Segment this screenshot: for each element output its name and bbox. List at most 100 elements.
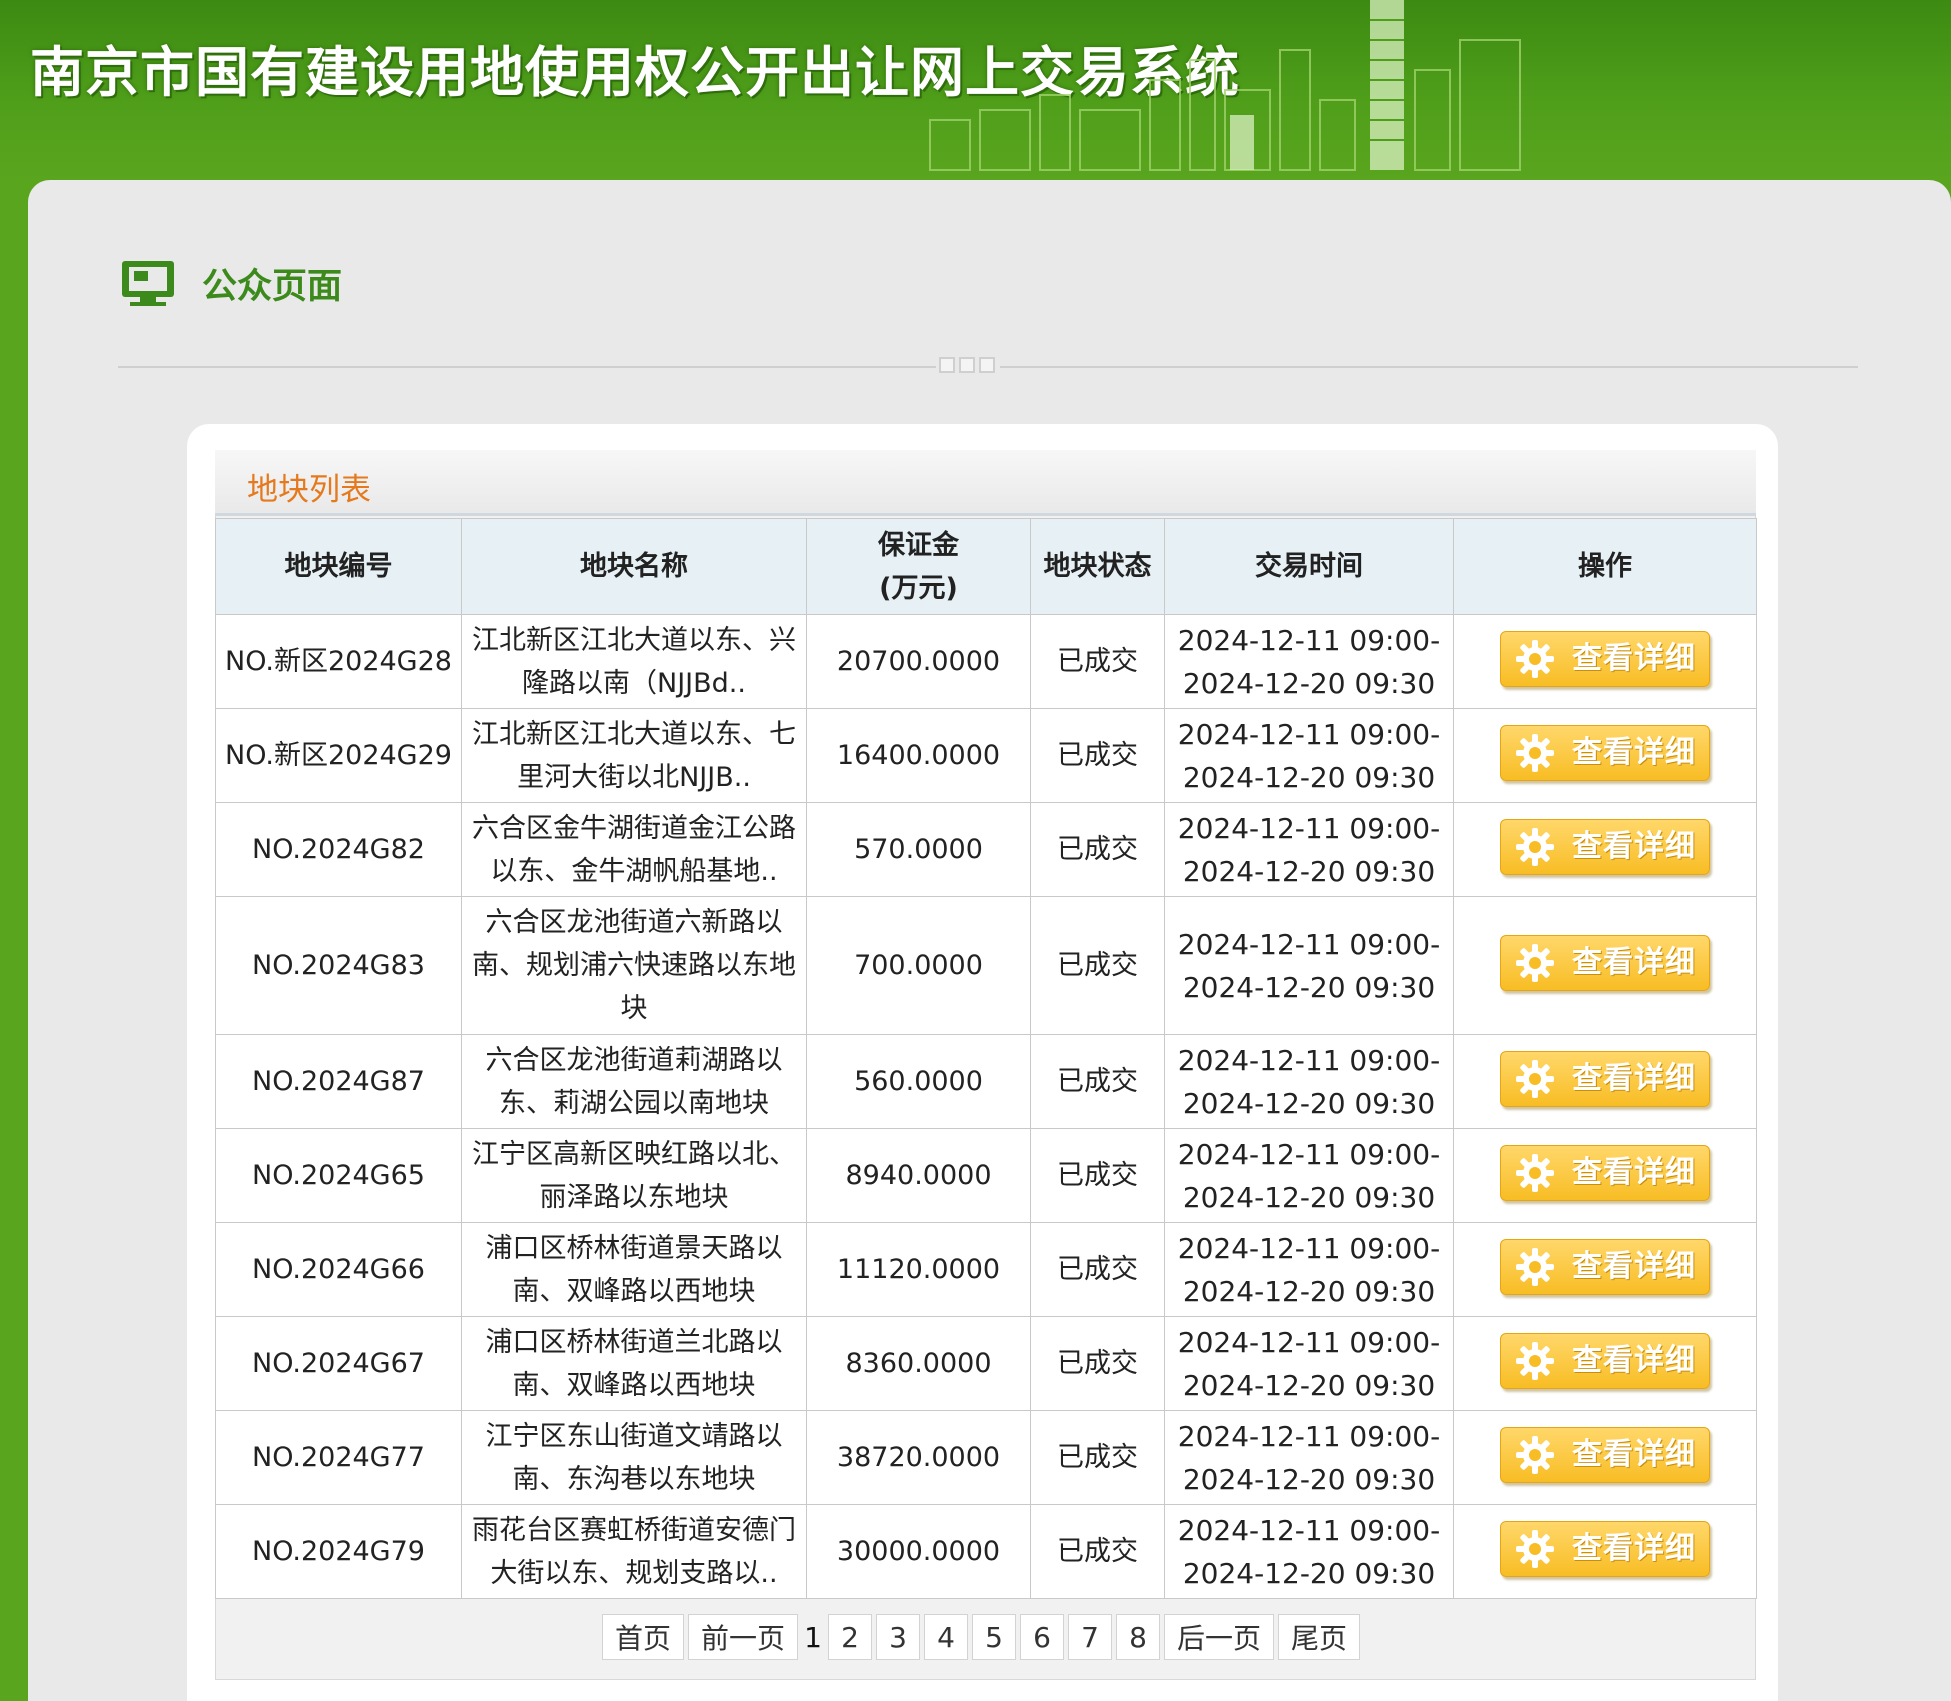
page-number-button[interactable]: 7 [1068,1614,1113,1660]
land-name-line: 浦口区桥林街道景天路以 [485,1232,783,1264]
cell-deposit: 8940.0000 [806,1128,1031,1223]
cell-status: 已成交 [1030,1034,1165,1129]
city-skyline-graphic [929,0,1521,171]
page-number-button[interactable]: 8 [1116,1614,1161,1660]
land-name-line: 雨花台区赛虹桥街道安德门 [472,1514,796,1546]
cell-deposit: 38720.0000 [806,1410,1031,1505]
trade-time-start: 2024-12-11 09:00- [1177,1043,1441,1077]
cell-land-id: NO.2024G66 [215,1222,462,1317]
view-detail-button[interactable]: 查看详细 [1500,1144,1710,1201]
cell-status: 已成交 [1030,614,1165,709]
view-detail-button[interactable]: 查看详细 [1500,1426,1710,1483]
list-heading: 地块列表 [215,450,1756,516]
trade-time-end: 2024-12-20 09:30 [1182,1086,1436,1120]
page-number-button[interactable]: 5 [972,1614,1017,1660]
gear-icon [1516,1247,1554,1286]
trade-time-start: 2024-12-11 09:00- [1177,1325,1441,1359]
cell-status: 已成交 [1030,802,1165,897]
cell-land-name: 六合区金牛湖街道金江公路 以东、金牛湖帆船基地.. [461,802,807,897]
list-title: 地块列表 [247,472,371,508]
gear-icon [1516,639,1554,678]
gear-icon [1516,943,1554,982]
view-detail-button[interactable]: 查看详细 [1500,724,1710,781]
view-detail-label: 查看详细 [1572,1061,1696,1096]
cell-deposit: 11120.0000 [806,1222,1031,1317]
land-table: 地块编号 地块名称 保证金 (万元) 地块状态 交易时间 操作 NO.新区202… [215,518,1757,1599]
view-detail-button[interactable]: 查看详细 [1500,1332,1710,1389]
table-row: NO.2024G77 江宁区东山街道文靖路以 南、东沟巷以东地块 38720.0… [215,1410,1757,1505]
cell-land-id: NO.2024G77 [215,1410,462,1505]
table-row: NO.2024G82 六合区金牛湖街道金江公路 以东、金牛湖帆船基地.. 570… [215,802,1757,897]
cell-action: 查看详细 [1453,708,1757,803]
col-header-time: 交易时间 [1164,518,1454,615]
section-header: 公众页面 [120,258,342,308]
gear-icon [1516,1059,1554,1098]
cell-action: 查看详细 [1453,1034,1757,1129]
page-number-button[interactable]: 4 [924,1614,969,1660]
cell-deposit: 560.0000 [806,1034,1031,1129]
cell-trade-time: 2024-12-11 09:00- 2024-12-20 09:30 [1164,1410,1454,1505]
view-detail-label: 查看详细 [1572,1437,1696,1472]
cell-trade-time: 2024-12-11 09:00- 2024-12-20 09:30 [1164,614,1454,709]
view-detail-button[interactable]: 查看详细 [1500,630,1710,687]
gear-icon [1516,827,1554,866]
view-detail-button[interactable]: 查看详细 [1500,1050,1710,1107]
cell-deposit: 8360.0000 [806,1316,1031,1411]
page-number-button[interactable]: 2 [828,1614,873,1660]
cell-trade-time: 2024-12-11 09:00- 2024-12-20 09:30 [1164,896,1454,1035]
cell-land-id: NO.2024G83 [215,896,462,1035]
land-name-line: 东、莉湖公园以南地块 [499,1087,769,1119]
view-detail-label: 查看详细 [1572,1249,1696,1284]
cell-action: 查看详细 [1453,1128,1757,1223]
cell-status: 已成交 [1030,1504,1165,1599]
section-title: 公众页面 [202,266,343,307]
view-detail-button[interactable]: 查看详细 [1500,934,1710,991]
view-detail-button[interactable]: 查看详细 [1500,818,1710,875]
cell-action: 查看详细 [1453,1222,1757,1317]
land-name-line: 南、规划浦六快速路以东地 [472,950,796,981]
gear-icon [1516,1435,1554,1474]
page-next-button[interactable]: 后一页 [1164,1614,1275,1660]
trade-time-start: 2024-12-11 09:00- [1177,1137,1441,1171]
page-number-button[interactable]: 3 [876,1614,921,1660]
trade-time-end: 2024-12-20 09:30 [1182,854,1436,888]
cell-action: 查看详细 [1453,896,1757,1035]
view-detail-button[interactable]: 查看详细 [1500,1520,1710,1577]
table-row: NO.新区2024G28 江北新区江北大道以东、兴 隆路以南（NJJBd.. 2… [215,614,1757,709]
view-detail-label: 查看详细 [1572,641,1696,676]
cell-land-name: 浦口区桥林街道景天路以 南、双峰路以西地块 [461,1222,807,1317]
page-last-button[interactable]: 尾页 [1278,1614,1361,1660]
cell-status: 已成交 [1030,1316,1165,1411]
land-name-line: 江宁区高新区映红路以北、 [472,1138,796,1170]
monitor-icon [122,261,174,306]
view-detail-label: 查看详细 [1572,1155,1696,1190]
cell-status: 已成交 [1030,708,1165,803]
page-first-button[interactable]: 首页 [602,1614,685,1660]
cell-action: 查看详细 [1453,802,1757,897]
cell-action: 查看详细 [1453,1316,1757,1411]
trade-time-end: 2024-12-20 09:30 [1182,970,1436,1004]
page-prev-button[interactable]: 前一页 [688,1614,799,1660]
trade-time-end: 2024-12-20 09:30 [1182,666,1436,700]
table-header-row: 地块编号 地块名称 保证金 (万元) 地块状态 交易时间 操作 [215,518,1757,615]
page-number-button[interactable]: 6 [1020,1614,1065,1660]
table-row: NO.2024G87 六合区龙池街道莉湖路以 东、莉湖公园以南地块 560.00… [215,1034,1757,1129]
trade-time-end: 2024-12-20 09:30 [1182,1368,1436,1402]
trade-time-start: 2024-12-11 09:00- [1177,1231,1441,1265]
cell-land-id: NO.2024G87 [215,1034,462,1129]
view-detail-button[interactable]: 查看详细 [1500,1238,1710,1295]
cell-action: 查看详细 [1453,1504,1757,1599]
land-name-line: 隆路以南（NJJBd.. [522,667,746,699]
cell-action: 查看详细 [1453,614,1757,709]
pagination: 首页 前一页 1 2 3 4 5 6 7 8 后一页 尾页 [602,1614,1361,1660]
trade-time-end: 2024-12-20 09:30 [1182,1274,1436,1308]
cell-status: 已成交 [1030,1128,1165,1223]
cell-trade-time: 2024-12-11 09:00- 2024-12-20 09:30 [1164,1034,1454,1129]
land-name-line: 南、双峰路以西地块 [512,1369,756,1401]
land-name-line: 块 [620,993,648,1024]
cell-land-name: 六合区龙池街道莉湖路以 东、莉湖公园以南地块 [461,1034,807,1129]
view-detail-label: 查看详细 [1572,1343,1696,1378]
cell-trade-time: 2024-12-11 09:00- 2024-12-20 09:30 [1164,802,1454,897]
cell-land-id: NO.2024G67 [215,1316,462,1411]
table-row: NO.2024G79 雨花台区赛虹桥街道安德门 大街以东、规划支路以.. 300… [215,1504,1757,1599]
